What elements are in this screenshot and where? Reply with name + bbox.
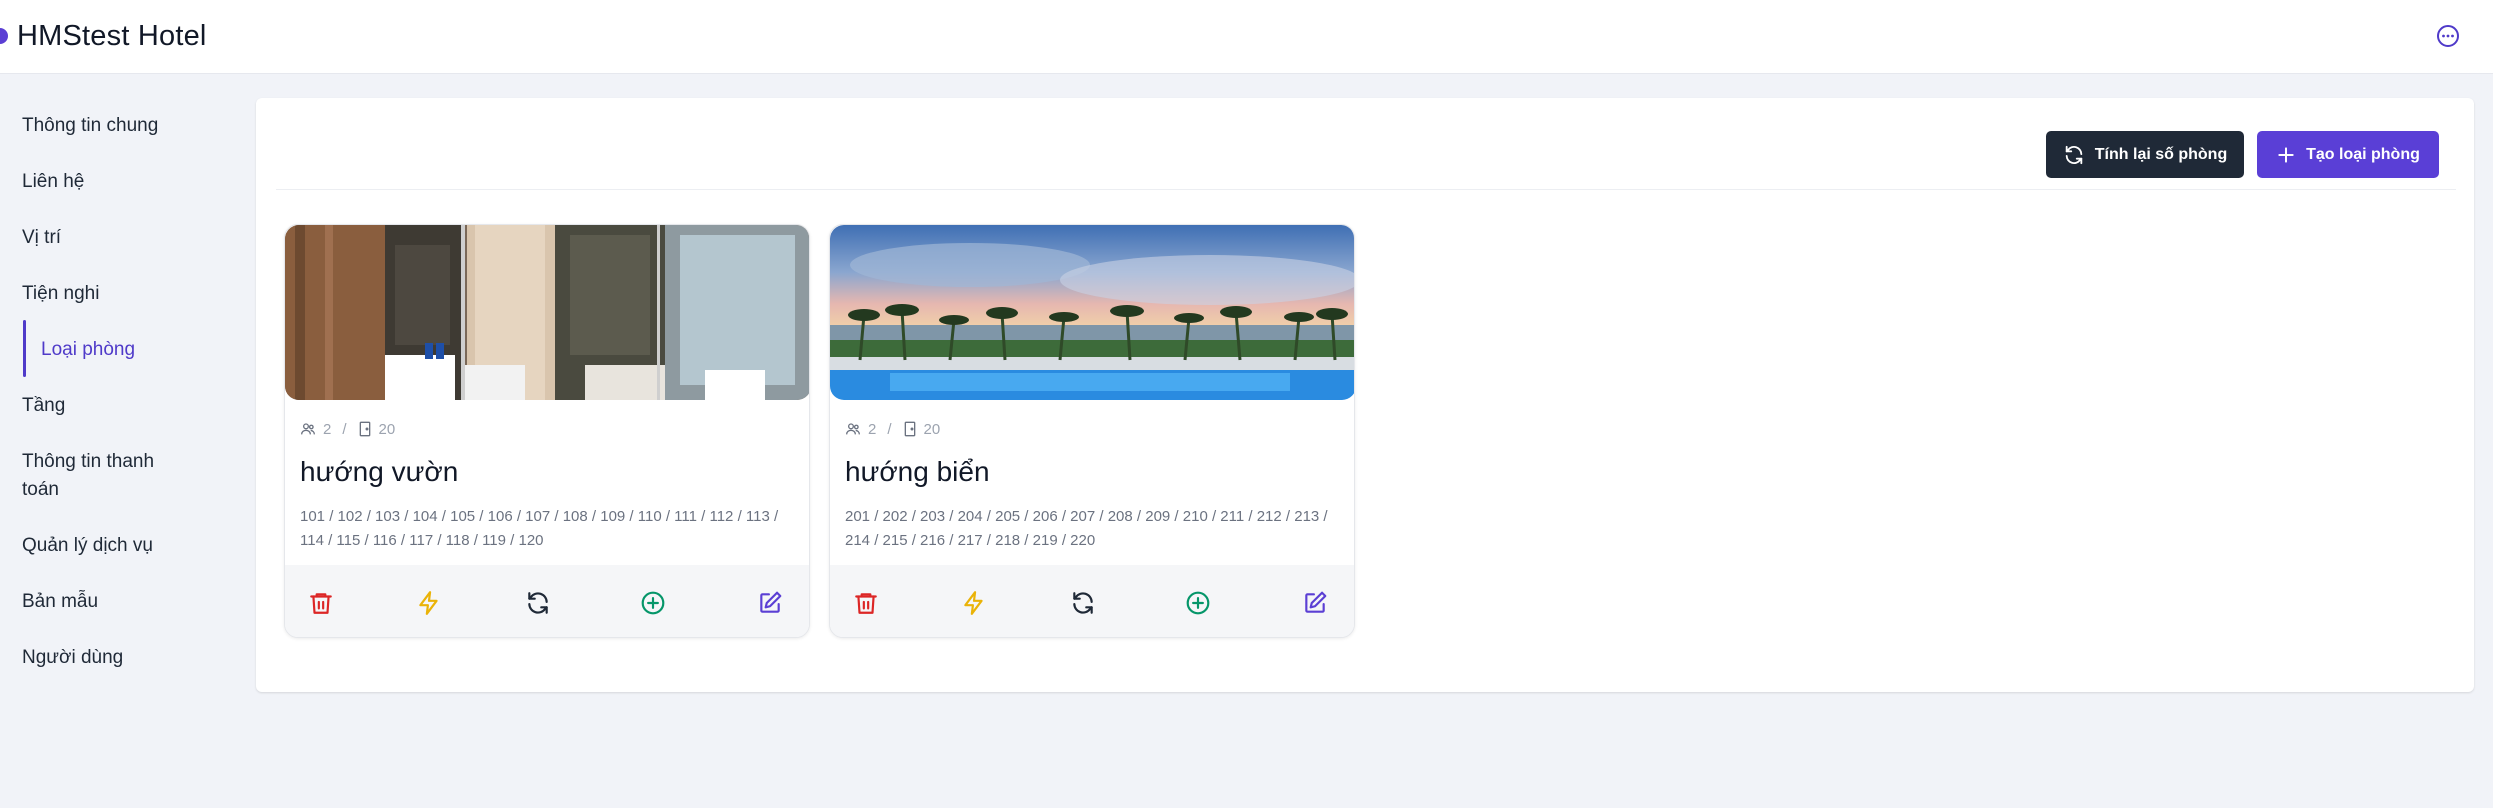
plus-icon [2278, 146, 2294, 163]
room-type-meta: 2 / 20 [300, 419, 395, 439]
create-room-type-button[interactable]: Tạo loại phòng [2257, 131, 2439, 178]
delete-room-type-button[interactable] [308, 590, 334, 616]
room-type-meta: 2 / 20 [845, 419, 940, 439]
room-type-image-beach-resort [830, 225, 1354, 400]
edit-icon [760, 591, 782, 613]
trash-icon [310, 593, 332, 614]
refresh-icon [1073, 592, 1093, 614]
sidebar-item-amenities[interactable]: Tiện nghi [22, 280, 232, 308]
add-room-button[interactable] [1185, 590, 1211, 616]
bolt-icon [964, 591, 983, 615]
refresh-room-type-button[interactable] [525, 590, 551, 616]
room-type-room-count: 20 [378, 420, 396, 438]
refresh-icon [528, 592, 548, 614]
sidebar-item-floors[interactable]: Tầng [22, 392, 232, 420]
sidebar-active-indicator [23, 320, 26, 377]
more-options-button[interactable] [2436, 24, 2460, 48]
sidebar-item-templates[interactable]: Bản mẫu [22, 588, 232, 616]
sidebar-item-location[interactable]: Vị trí [22, 224, 232, 252]
sidebar-item-general-info[interactable]: Thông tin chung [22, 112, 232, 140]
create-room-type-label: Tạo loại phòng [2306, 145, 2420, 163]
recalculate-rooms-label: Tính lại số phòng [2094, 145, 2228, 163]
sidebar-item-contact[interactable]: Liên hệ [22, 168, 232, 196]
door-icon [904, 421, 915, 437]
sidebar-item-users[interactable]: Người dùng [22, 644, 232, 672]
add-room-button[interactable] [640, 590, 666, 616]
room-types-panel: Tính lại số phòng Tạo loại phòng 2 / 20 … [256, 98, 2474, 692]
edit-room-type-button[interactable] [757, 590, 783, 616]
meta-separator: / [887, 420, 892, 438]
bolt-icon [419, 591, 438, 615]
edit-icon [1305, 591, 1327, 613]
room-type-image-bathroom [285, 225, 809, 400]
quick-action-button[interactable] [961, 590, 987, 616]
delete-room-type-button[interactable] [853, 590, 879, 616]
room-type-actions [830, 565, 1354, 637]
trash-icon [855, 593, 877, 614]
sidebar-item-room-types[interactable]: Loại phòng [41, 336, 251, 364]
room-type-guests: 2 [868, 420, 877, 438]
hotel-title: HMStest Hotel [17, 20, 207, 52]
room-type-name: hướng vườn [300, 456, 459, 487]
room-type-card: 2 / 20 hướng biển 201 / 202 / 203 / 204 … [829, 224, 1355, 638]
room-type-room-list: 101 / 102 / 103 / 104 / 105 / 106 / 107 … [300, 508, 779, 549]
users-icon [301, 423, 315, 435]
refresh-icon [2065, 145, 2083, 164]
users-icon [846, 423, 860, 435]
room-type-card: 2 / 20 hướng vườn 101 / 102 / 103 / 104 … [284, 224, 810, 638]
top-bar: HMStest Hotel [0, 0, 2493, 74]
room-type-room-count: 20 [923, 420, 941, 438]
panel-divider [276, 189, 2456, 190]
more-icon [2437, 25, 2459, 47]
quick-action-button[interactable] [416, 590, 442, 616]
refresh-room-type-button[interactable] [1070, 590, 1096, 616]
edit-room-type-button[interactable] [1302, 590, 1328, 616]
room-type-guests: 2 [323, 420, 332, 438]
meta-separator: / [342, 420, 347, 438]
recalculate-rooms-button[interactable]: Tính lại số phòng [2046, 131, 2244, 178]
room-type-actions [285, 565, 809, 637]
room-type-name: hướng biển [845, 456, 990, 487]
door-icon [359, 421, 370, 437]
plus-circle-icon [641, 591, 665, 615]
brand-logo [0, 28, 8, 44]
sidebar-item-payment-info[interactable]: Thông tin thanh toán [22, 448, 182, 504]
room-type-room-list: 201 / 202 / 203 / 204 / 205 / 206 / 207 … [845, 508, 1328, 549]
plus-circle-icon [1186, 591, 1210, 615]
sidebar-item-service-management[interactable]: Quản lý dịch vụ [22, 532, 232, 560]
